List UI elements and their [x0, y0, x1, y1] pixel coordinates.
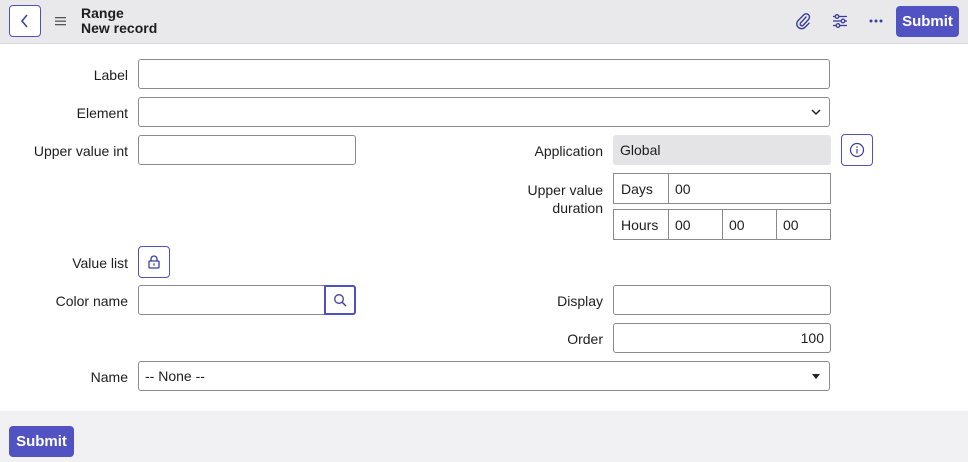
color-name-input[interactable]: [138, 285, 326, 315]
element-field-label: Element: [76, 105, 128, 121]
more-icon: [869, 19, 883, 23]
application-value: Global: [620, 142, 661, 158]
color-name-lookup-button[interactable]: [324, 285, 356, 315]
days-value: 00: [675, 180, 691, 197]
display-input[interactable]: [613, 285, 831, 315]
page-title: Range New record: [81, 6, 157, 36]
chevron-left-icon: [21, 14, 28, 28]
color-name-label: Color name: [55, 293, 128, 309]
element-select[interactable]: [138, 97, 830, 127]
order-label: Order: [567, 331, 603, 347]
record-subtitle: New record: [81, 20, 158, 36]
back-button[interactable]: [9, 5, 41, 37]
days-label: Days: [613, 173, 669, 204]
upper-value-duration-label-line1: Upper value: [527, 182, 604, 198]
application-info-button[interactable]: [841, 134, 873, 166]
paperclip-icon: [796, 13, 811, 30]
caret-down-icon: [812, 374, 820, 379]
minutes-input[interactable]: 00: [722, 209, 777, 240]
sliders-icon: [833, 14, 847, 28]
header-bar: Range New record Submit: [0, 0, 968, 44]
name-label: Name: [90, 369, 128, 385]
chevron-down-icon: [811, 109, 821, 116]
seconds-input[interactable]: 00: [776, 209, 831, 240]
name-select-value: -- None --: [145, 368, 205, 384]
search-icon: [334, 294, 347, 307]
seconds-value: 00: [783, 216, 799, 233]
value-list-unlock-button[interactable]: [138, 246, 170, 278]
attachment-button[interactable]: [793, 11, 813, 31]
label-field-label: Label: [93, 67, 128, 83]
hamburger-menu-icon[interactable]: [54, 14, 68, 28]
hours-value: 00: [675, 216, 691, 233]
display-label: Display: [557, 293, 603, 309]
days-input[interactable]: 00: [668, 173, 831, 204]
personalize-form-button[interactable]: [830, 11, 850, 31]
hours-label: Hours: [613, 209, 669, 240]
upper-value-duration-label: Upper value duration: [503, 181, 604, 217]
application-readonly-field: Global: [613, 135, 831, 165]
order-input[interactable]: [613, 323, 831, 353]
upper-value-duration-label-line2: duration: [552, 200, 603, 216]
upper-value-int-label: Upper value int: [33, 143, 128, 159]
value-list-label: Value list: [72, 255, 128, 271]
more-options-button[interactable]: [866, 11, 886, 31]
label-input[interactable]: [138, 59, 830, 89]
form-footer: Submit: [0, 411, 968, 462]
name-select[interactable]: -- None --: [138, 361, 830, 391]
footer-submit-button[interactable]: Submit: [9, 426, 74, 457]
hours-label-text: Hours: [621, 216, 659, 233]
application-label: Application: [534, 143, 604, 159]
record-type-title: Range: [81, 5, 124, 21]
upper-value-int-input[interactable]: [138, 135, 356, 165]
lock-icon: [148, 255, 160, 269]
header-submit-button[interactable]: Submit: [896, 6, 959, 37]
info-icon: [849, 142, 865, 158]
minutes-value: 00: [729, 216, 745, 233]
hours-input[interactable]: 00: [668, 209, 723, 240]
days-label-text: Days: [621, 180, 653, 197]
